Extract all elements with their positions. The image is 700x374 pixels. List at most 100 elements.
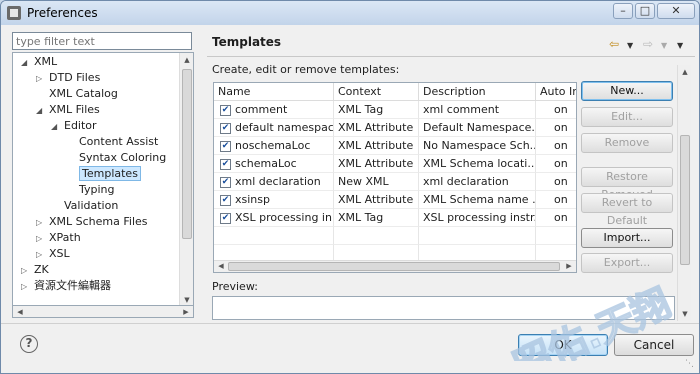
scroll-up-icon[interactable]: ▲ <box>180 53 193 67</box>
table-scroll-right-icon[interactable]: ▶ <box>562 259 576 272</box>
cell-text: XML Attribute <box>338 121 414 134</box>
footer-divider <box>1 323 699 324</box>
table-cell-description: xml comment <box>419 101 536 119</box>
preferences-window: Preferences – □ ✕ ◢XML▷DTD FilesXML Cata… <box>0 0 700 374</box>
column-header[interactable]: Auto In <box>536 83 576 101</box>
cell-text: xml declaration <box>423 175 509 188</box>
cell-text: XML Attribute <box>338 157 414 170</box>
title-divider <box>207 56 695 57</box>
tree-item-label: XPath <box>49 231 81 244</box>
collapsed-twisty-icon[interactable]: ▷ <box>36 71 46 87</box>
cell-text: on <box>554 157 568 170</box>
page-scroll-up-icon[interactable]: ▲ <box>678 65 692 79</box>
tree-item[interactable]: ◢ Editor <box>51 118 97 134</box>
tree-item[interactable]: ▷ XSL <box>36 246 70 262</box>
enabled-checkbox[interactable]: ✔ <box>220 176 231 188</box>
title-bar: Preferences – □ ✕ <box>1 1 699 25</box>
table-scroll-left-icon[interactable]: ◀ <box>214 259 228 272</box>
export-button[interactable]: Export... <box>581 253 673 273</box>
page-scroll-thumb[interactable] <box>680 135 690 265</box>
tree-item[interactable]: Validation <box>51 198 118 214</box>
expanded-twisty-icon[interactable]: ◢ <box>51 119 61 135</box>
expanded-twisty-icon[interactable]: ◢ <box>36 103 46 119</box>
empty-cell <box>536 227 576 245</box>
collapsed-twisty-icon[interactable]: ▷ <box>36 215 46 231</box>
collapsed-twisty-icon[interactable]: ▷ <box>21 279 31 295</box>
tree-item[interactable]: ▷ 資源文件編輯器 <box>21 278 111 294</box>
new-button[interactable]: New... <box>581 81 673 101</box>
enabled-checkbox[interactable]: ✔ <box>220 212 231 224</box>
enabled-checkbox[interactable]: ✔ <box>220 194 231 206</box>
cell-text: xml declaration <box>235 175 321 188</box>
page-vertical-scrollbar[interactable]: ▲ ▼ <box>677 65 691 321</box>
cell-text: on <box>554 139 568 152</box>
tree-item[interactable]: ◢ XML Files <box>36 102 100 118</box>
table-cell-auto: on <box>536 191 576 209</box>
remove-button[interactable]: Remove <box>581 133 673 153</box>
tree-item[interactable]: Typing <box>66 182 115 198</box>
empty-cell <box>214 227 334 245</box>
tree-item[interactable]: Templates <box>66 166 141 182</box>
scroll-right-icon[interactable]: ▶ <box>179 305 193 319</box>
tree-item[interactable]: Content Assist <box>66 134 158 150</box>
enabled-checkbox[interactable]: ✔ <box>220 122 231 134</box>
cell-text: on <box>554 175 568 188</box>
help-icon[interactable]: ? <box>20 335 38 353</box>
import-button[interactable]: Import... <box>581 228 673 248</box>
view-menu-icon[interactable]: ▼ <box>677 41 683 50</box>
restore-removed-button[interactable]: Restore Removed <box>581 167 673 201</box>
close-button[interactable]: ✕ <box>657 3 695 19</box>
back-menu-chevron-icon[interactable]: ▼ <box>627 41 633 50</box>
collapsed-twisty-icon[interactable]: ▷ <box>21 263 31 279</box>
collapsed-twisty-icon[interactable]: ▷ <box>36 231 46 247</box>
preview-area[interactable] <box>212 296 675 320</box>
table-scroll-thumb[interactable] <box>228 262 560 271</box>
expanded-twisty-icon[interactable]: ◢ <box>21 55 31 71</box>
enabled-checkbox[interactable]: ✔ <box>220 140 231 152</box>
table-cell-context: XML Attribute <box>334 119 419 137</box>
tree-item[interactable]: ▷ XPath <box>36 230 81 246</box>
table-cell-auto: on <box>536 137 576 155</box>
column-header[interactable]: Name <box>214 83 334 101</box>
window-title: Preferences <box>27 6 98 20</box>
minimize-button[interactable]: – <box>613 3 633 19</box>
forward-icon[interactable]: ⇨ <box>643 37 653 51</box>
tree-vertical-scrollbar[interactable]: ▲ ▼ <box>179 53 193 305</box>
page-scroll-down-icon[interactable]: ▼ <box>678 307 692 321</box>
table-horizontal-scrollbar[interactable]: ◀ ▶ <box>214 260 576 272</box>
tree-item-label: XML <box>34 55 58 68</box>
tree-item[interactable]: ▷ DTD Files <box>36 70 100 86</box>
tree-scroll-thumb[interactable] <box>182 69 192 239</box>
revert-to-default-button[interactable]: Revert to Default <box>581 193 673 227</box>
tree-item-label: Templates <box>79 166 141 181</box>
table-cell-name: ✔ xsinsp <box>214 191 334 209</box>
tree-item-label: Validation <box>64 199 119 212</box>
edit-button[interactable]: Edit... <box>581 107 673 127</box>
maximize-button[interactable]: □ <box>635 3 655 19</box>
column-header[interactable]: Description <box>419 83 536 101</box>
templates-description: Create, edit or remove templates: <box>212 63 400 76</box>
tree-horizontal-scrollbar[interactable]: ◀ ▶ <box>12 306 194 318</box>
cell-text: XML Tag <box>338 211 384 224</box>
collapsed-twisty-icon[interactable]: ▷ <box>36 247 46 263</box>
cancel-button[interactable]: Cancel <box>614 334 694 356</box>
forward-menu-chevron-icon[interactable]: ▼ <box>661 41 667 50</box>
scroll-left-icon[interactable]: ◀ <box>13 305 27 319</box>
table-cell-auto: on <box>536 119 576 137</box>
back-icon[interactable]: ⇦ <box>609 37 619 51</box>
app-icon <box>7 6 21 20</box>
cell-text: comment <box>235 103 288 116</box>
tree-item[interactable]: Syntax Coloring <box>66 150 166 166</box>
resize-grip-icon[interactable]: ⋱ <box>685 359 697 371</box>
tree-item[interactable]: ◢ XML <box>21 54 57 70</box>
tree-item[interactable]: ▷ ZK <box>21 262 49 278</box>
enabled-checkbox[interactable]: ✔ <box>220 104 231 116</box>
tree-item[interactable]: ▷ XML Schema Files <box>36 214 148 230</box>
tree-item[interactable]: XML Catalog <box>36 86 118 102</box>
cell-text: on <box>554 211 568 224</box>
enabled-checkbox[interactable]: ✔ <box>220 158 231 170</box>
ok-button[interactable]: OK <box>518 334 608 356</box>
filter-input[interactable] <box>12 32 192 50</box>
cell-text: default namespace <box>235 121 334 134</box>
column-header[interactable]: Context <box>334 83 419 101</box>
